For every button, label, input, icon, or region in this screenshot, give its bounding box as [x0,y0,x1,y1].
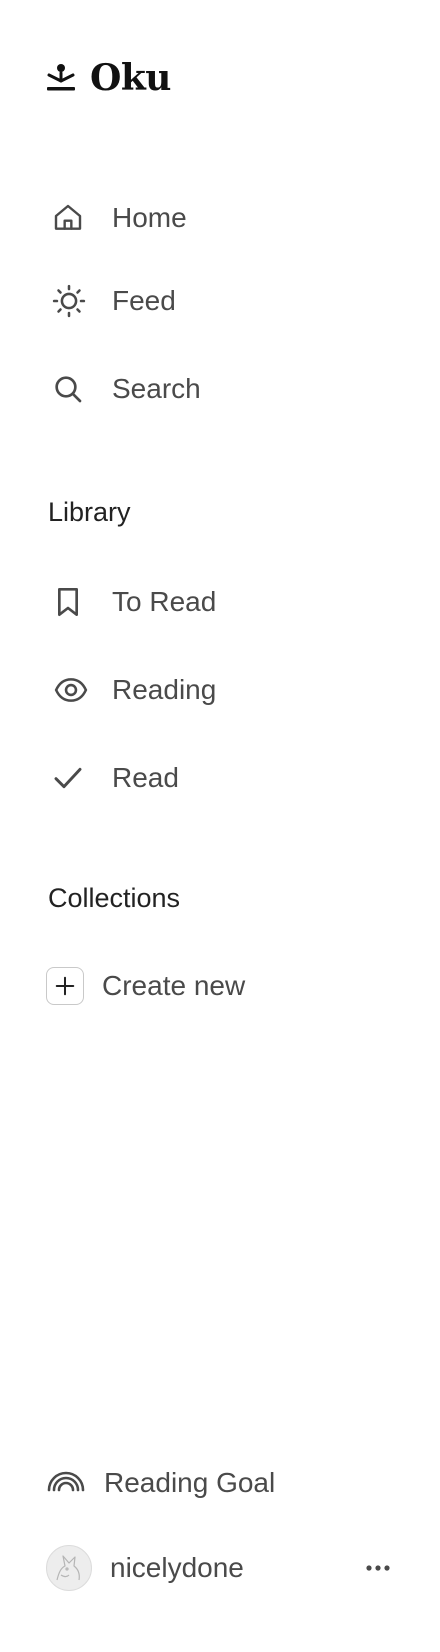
username: nicelydone [110,1552,244,1583]
nav-item-read[interactable]: Read [46,754,179,802]
collections-heading: Collections [48,883,181,913]
create-new-label: Create new [102,970,246,1001]
oku-logo-icon [46,63,76,93]
nav-item-search[interactable]: Search [46,365,201,413]
nav-label-feed: Feed [112,285,176,316]
avatar [46,1545,92,1591]
bookmark-icon [46,578,98,626]
nav-label-read: Read [112,762,179,793]
nav-item-home[interactable]: Home [46,194,187,242]
rainbow-icon [46,1466,86,1499]
sidebar: Oku Home Feed Search Library To Read Rea… [0,0,440,1652]
brand-name: Oku [90,57,171,99]
brand-logo[interactable]: Oku [46,57,171,99]
nav-label-home: Home [112,202,187,233]
reading-goal-link[interactable]: Reading Goal [46,1466,275,1499]
create-collection-button[interactable]: Create new [46,967,245,1005]
user-profile[interactable]: nicelydone [46,1545,396,1591]
nav-item-feed[interactable]: Feed [46,277,176,325]
checkmark-icon [46,754,98,802]
library-heading: Library [48,497,131,527]
search-icon [46,365,98,413]
plus-icon [46,967,84,1005]
sun-icon [46,277,98,325]
nav-label-search: Search [112,373,201,404]
more-options-icon[interactable] [360,1556,396,1580]
reading-goal-label: Reading Goal [104,1466,276,1498]
nav-item-reading[interactable]: Reading [46,666,216,714]
nav-label-reading: Reading [112,674,217,705]
eye-icon [46,666,98,714]
nav-item-to-read[interactable]: To Read [46,578,216,626]
home-icon [46,194,98,242]
nav-label-to-read: To Read [112,586,217,617]
